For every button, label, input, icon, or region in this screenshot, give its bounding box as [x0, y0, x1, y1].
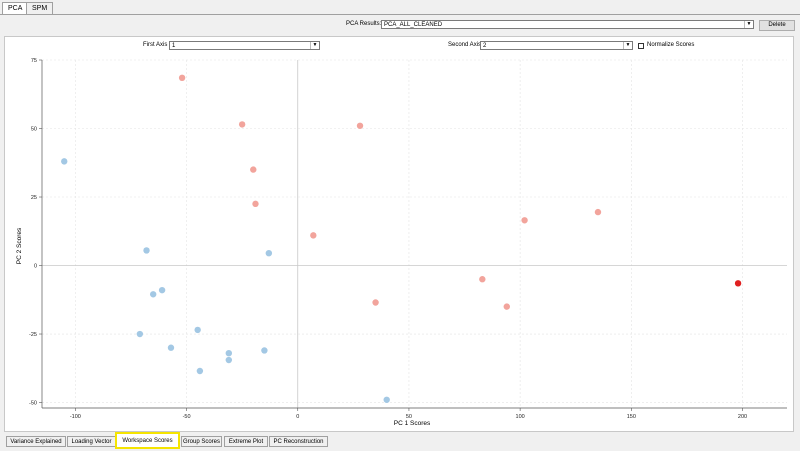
x-tick-label: -50	[183, 414, 191, 420]
data-point	[167, 344, 175, 351]
tab-variance-explained[interactable]: Variance Explained	[6, 436, 66, 447]
data-point	[503, 303, 510, 310]
data-point	[194, 326, 201, 334]
data-point	[238, 121, 246, 128]
data-point	[252, 200, 259, 208]
data-point	[225, 349, 233, 357]
x-tick-label: -100	[70, 414, 81, 420]
data-point	[594, 208, 602, 216]
data-point	[196, 367, 204, 375]
y-axis-label: PC 2 Scores	[16, 227, 23, 264]
data-point	[61, 158, 68, 165]
data-point	[383, 396, 390, 403]
x-tick-label: 100	[516, 414, 525, 420]
data-point	[372, 299, 379, 306]
tab-loading-vector[interactable]: Loading Vector	[67, 436, 116, 447]
y-tick-label: -25	[29, 332, 37, 338]
y-tick-label: 0	[34, 264, 37, 270]
scores-scatter-chart: -100 -50 0 50 100 150 200-50-250255075 PC 1 Sc…	[16, 58, 787, 427]
data-point	[310, 232, 317, 239]
data-point	[158, 286, 166, 294]
data-point	[178, 74, 186, 82]
tab-group-scores[interactable]: Group Scores	[181, 436, 222, 447]
data-point	[250, 166, 257, 173]
x-axis-label: PC 1 Scores	[394, 420, 431, 427]
data-point	[734, 280, 742, 287]
y-tick-label: 50	[31, 127, 37, 133]
x-tick-label: 200	[738, 414, 747, 420]
data-point	[136, 330, 144, 338]
data-point	[143, 247, 150, 254]
y-tick-label: -50	[29, 401, 37, 407]
data-point	[265, 249, 273, 257]
tab-workspace-scores[interactable]: Workspace Scores	[115, 432, 180, 449]
x-tick-label: 0	[296, 414, 299, 420]
tab-extreme-plot[interactable]: Extreme Plot	[224, 436, 268, 447]
x-tick-label: 150	[627, 414, 636, 420]
data-point	[356, 122, 364, 129]
y-tick-label: 25	[31, 195, 37, 201]
data-point	[479, 276, 486, 283]
data-point	[521, 217, 528, 224]
data-point	[149, 291, 157, 298]
data-point	[261, 347, 268, 354]
tab-pc-reconstruction[interactable]: PC Reconstruction	[269, 436, 328, 447]
y-tick-label: 75	[31, 58, 37, 64]
data-point	[225, 356, 233, 364]
